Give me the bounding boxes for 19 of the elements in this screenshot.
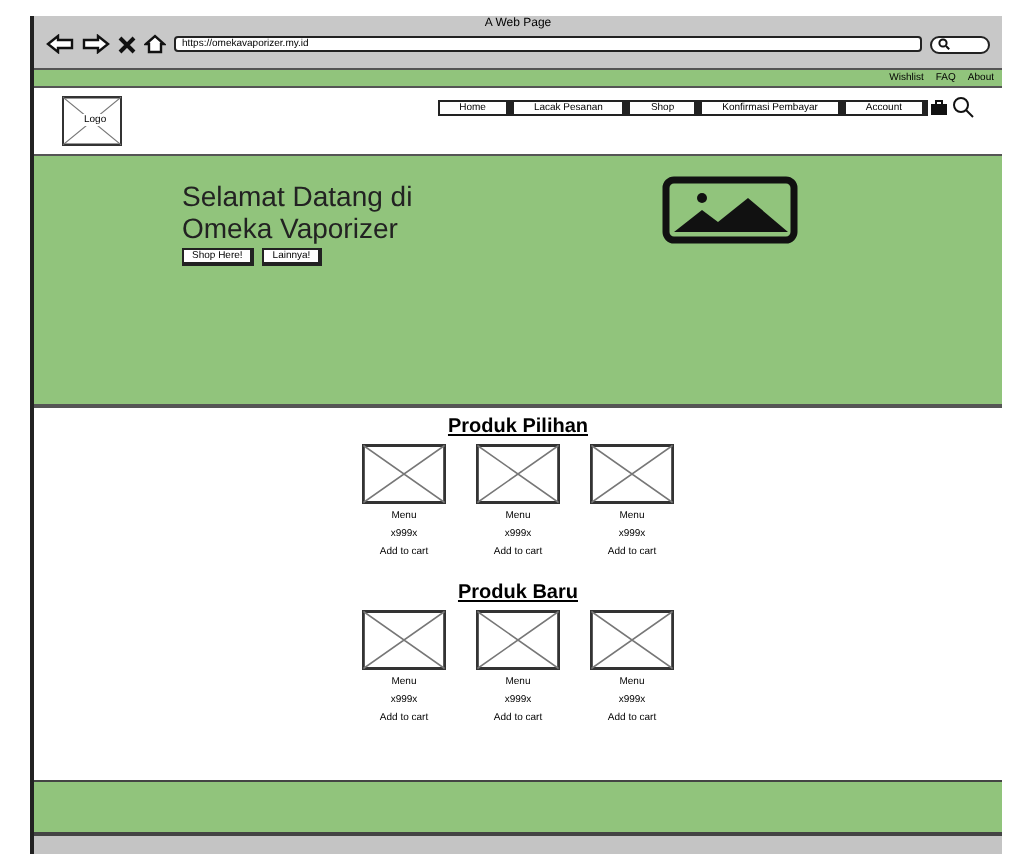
home-icon[interactable] — [144, 34, 166, 54]
shopping-bag-icon[interactable] — [930, 98, 948, 116]
search-icon[interactable] — [952, 96, 974, 118]
search-field[interactable] — [930, 35, 990, 53]
forward-arrow-icon[interactable] — [82, 34, 110, 54]
search-icon — [938, 38, 950, 50]
product-image-placeholder — [362, 610, 446, 670]
product-image-placeholder — [590, 610, 674, 670]
product-image-placeholder — [476, 610, 560, 670]
product-image-placeholder — [590, 444, 674, 504]
hero-title: Selamat Datang di Omeka Vaporizer — [182, 180, 415, 244]
section-title: Produk Pilihan — [447, 416, 588, 440]
back-arrow-icon[interactable] — [46, 34, 74, 54]
close-icon[interactable] — [118, 35, 136, 53]
product-image-placeholder — [476, 444, 560, 504]
image-icon — [662, 176, 798, 244]
product-image-placeholder — [362, 444, 446, 504]
logo-placeholder — [62, 96, 122, 146]
section-title: Produk Baru — [457, 582, 578, 606]
